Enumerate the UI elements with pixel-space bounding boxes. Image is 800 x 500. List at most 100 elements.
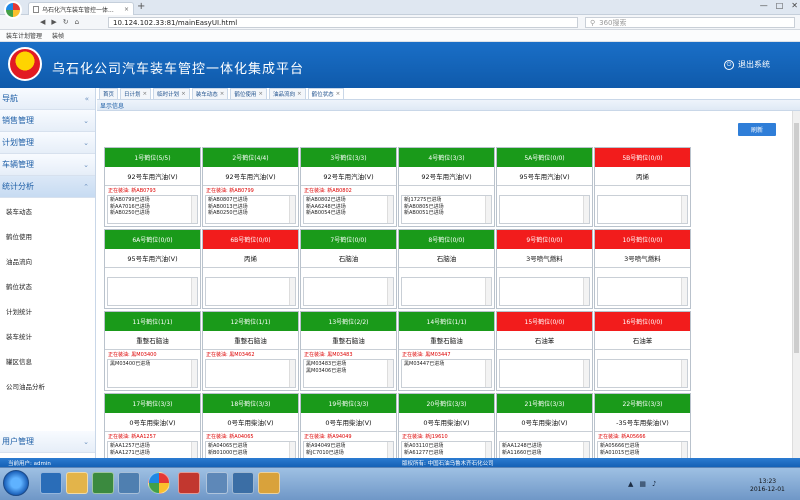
vehicle-list[interactable]: 新AB0802已进场 新AA6248已进场 新AB0054已进场 (303, 195, 394, 224)
list-scrollbar[interactable] (191, 196, 197, 223)
vehicle-list-item[interactable]: 黑M03406已进场 (306, 368, 385, 375)
volume-icon[interactable]: ♪ (652, 480, 656, 488)
sidebar-section-vehicle[interactable]: 车辆管理 ⌄ (0, 154, 95, 176)
tab-crane-status[interactable]: 鹤位状态 × (307, 88, 345, 99)
list-scrollbar[interactable] (289, 278, 295, 305)
vehicle-list[interactable] (597, 195, 688, 224)
sidebar-item-loading-dynamics[interactable]: 装车动态 (0, 198, 95, 223)
vehicle-list[interactable] (205, 277, 296, 306)
vehicle-list[interactable]: 新A04065已进场 新B01000已进场 (205, 441, 296, 458)
list-scrollbar[interactable] (289, 196, 295, 223)
vehicle-list[interactable]: 新A94049已进场 新JC7010已进场 (303, 441, 394, 458)
list-scrollbar[interactable] (387, 360, 393, 387)
sidebar-item-oil-flow[interactable]: 油品流向 (0, 248, 95, 273)
scrollbar-thumb[interactable] (794, 123, 799, 353)
list-scrollbar[interactable] (485, 196, 491, 223)
list-scrollbar[interactable] (583, 360, 589, 387)
list-scrollbar[interactable] (191, 442, 197, 458)
list-scrollbar[interactable] (681, 360, 687, 387)
address-input[interactable]: 10.124.102.33:81/mainEasyUI.html (108, 17, 578, 28)
list-scrollbar[interactable] (583, 278, 589, 305)
close-icon[interactable]: × (258, 91, 263, 97)
new-tab-button[interactable]: + (137, 1, 145, 12)
vehicle-list-item[interactable]: 新AB0054已进场 (306, 210, 385, 217)
vehicle-list-item[interactable]: 黑M03447已进场 (404, 361, 483, 368)
forward-icon[interactable]: ▶ (51, 18, 56, 26)
maximize-icon[interactable]: □ (776, 1, 784, 10)
search-input[interactable]: ⚲ 360搜索 (585, 17, 795, 28)
vehicle-list-item[interactable]: 新AB0051已进场 (404, 210, 483, 217)
list-scrollbar[interactable] (485, 442, 491, 458)
sidebar-section-sales[interactable]: 销售管理 ⌄ (0, 110, 95, 132)
browser-logo-icon[interactable] (4, 1, 22, 19)
folder-icon[interactable] (66, 472, 88, 494)
vehicle-list-item[interactable]: 新A61277已进场 (404, 450, 483, 457)
vehicle-list-item[interactable]: 新B01000已进场 (208, 450, 287, 457)
vehicle-list-item[interactable]: 新AA1271已进场 (110, 450, 189, 457)
close-tab-icon[interactable]: × (124, 6, 129, 13)
list-scrollbar[interactable] (289, 442, 295, 458)
clock[interactable]: 13:23 2016-12-01 (750, 478, 785, 494)
vehicle-list[interactable]: 新J17275已进场 新AB0805已进场 新AB0051已进场 (401, 195, 492, 224)
tab-home[interactable]: 首页 (99, 88, 119, 99)
list-scrollbar[interactable] (191, 360, 197, 387)
close-icon[interactable]: × (181, 91, 186, 97)
app-icon[interactable] (118, 472, 140, 494)
browser-taskbar-icon[interactable] (148, 472, 170, 494)
logout-button[interactable]: ⏻ 退出系统 (724, 59, 770, 70)
vehicle-list[interactable]: 黑M03400已进场 (107, 359, 198, 388)
start-button[interactable] (3, 470, 29, 496)
vehicle-list-item[interactable]: 黑M03400已进场 (110, 361, 189, 368)
sidebar-nav-header[interactable]: 导航 « (0, 88, 95, 110)
app-icon[interactable] (232, 472, 254, 494)
vehicle-list[interactable] (499, 359, 590, 388)
home-icon[interactable]: ⌂ (75, 18, 79, 26)
sidebar-section-plan[interactable]: 计划管理 ⌄ (0, 132, 95, 154)
list-scrollbar[interactable] (387, 442, 393, 458)
sidebar-item-tank-info[interactable]: 罐区信息 (0, 348, 95, 373)
vehicle-list[interactable] (499, 277, 590, 306)
app-icon[interactable] (206, 472, 228, 494)
close-icon[interactable]: × (143, 91, 148, 97)
vehicle-list[interactable] (107, 277, 198, 306)
close-icon[interactable]: × (220, 91, 225, 97)
vehicle-list-item[interactable]: 新A11660已进场 (502, 450, 581, 457)
sidebar-item-loading-stats[interactable]: 装车统计 (0, 323, 95, 348)
vehicle-list[interactable]: 黑M03447已进场 (401, 359, 492, 388)
vehicle-list[interactable] (401, 277, 492, 306)
favorite-item-1[interactable]: 装车计划管理 (6, 31, 42, 40)
tab-crane-usage[interactable]: 鹤位使用 × (230, 88, 268, 99)
list-scrollbar[interactable] (583, 196, 589, 223)
back-icon[interactable]: ◀ (40, 18, 45, 26)
refresh-button[interactable]: 刷新 (738, 123, 776, 136)
sidebar-item-crane-status[interactable]: 鹤位状态 (0, 273, 95, 298)
media-icon[interactable] (92, 472, 114, 494)
vehicle-list-item[interactable]: 新AB0250已进场 (110, 210, 189, 217)
close-window-icon[interactable]: ✕ (791, 1, 798, 10)
tab-oil-flow[interactable]: 油品流向 × (269, 88, 306, 99)
list-scrollbar[interactable] (681, 278, 687, 305)
minimize-icon[interactable]: — (760, 1, 768, 10)
network-icon[interactable]: ▦ (639, 480, 646, 488)
vehicle-list-item[interactable]: 新A01015已进场 (600, 450, 679, 457)
list-scrollbar[interactable] (485, 278, 491, 305)
tab-loading-dynamics[interactable]: 装车动态 × (191, 88, 229, 99)
vehicle-list-item[interactable]: 新JC7010已进场 (306, 450, 385, 457)
vehicle-list[interactable] (303, 277, 394, 306)
vehicle-list[interactable]: 黑M03483已进场 黑M03406已进场 (303, 359, 394, 388)
sidebar-section-users[interactable]: 用户管理 ⌄ (0, 431, 95, 453)
close-icon[interactable]: × (297, 91, 302, 97)
list-scrollbar[interactable] (387, 196, 393, 223)
vehicle-list[interactable] (499, 195, 590, 224)
browser-tab[interactable]: 乌石化汽车装车管控一体... × (28, 2, 134, 15)
sidebar-item-plan-stats[interactable]: 计划统计 (0, 298, 95, 323)
sidebar-item-crane-usage[interactable]: 鹤位使用 (0, 223, 95, 248)
sidebar-section-statistics[interactable]: 统计分析 ⌃ (0, 176, 95, 198)
vehicle-list[interactable] (597, 359, 688, 388)
app-icon[interactable] (258, 472, 280, 494)
vehicle-list[interactable] (205, 359, 296, 388)
page-scrollbar[interactable] (792, 111, 800, 458)
close-icon[interactable]: × (336, 91, 341, 97)
sidebar-item-oil-analysis[interactable]: 公司油品分析 (0, 373, 95, 398)
tray-icon[interactable]: ▲ (628, 480, 633, 488)
